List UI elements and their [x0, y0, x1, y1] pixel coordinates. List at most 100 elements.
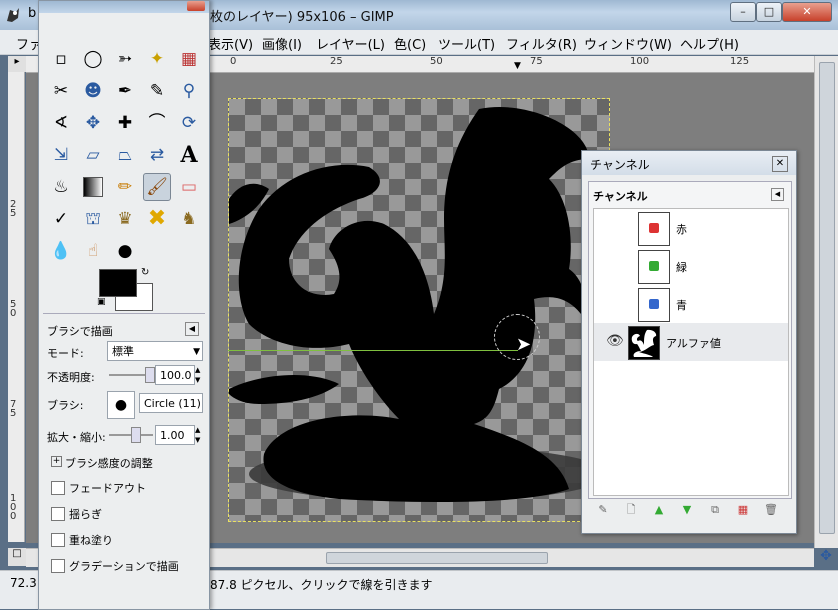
- brush-dynamics-expander[interactable]: ブラシ感度の調整: [65, 455, 153, 471]
- channel-name: 青: [676, 299, 687, 312]
- minimize-button[interactable]: –: [730, 2, 756, 22]
- paths-tool-icon[interactable]: ✒: [111, 77, 139, 105]
- mode-value: 標準: [112, 345, 134, 358]
- fade-out-checkbox[interactable]: [51, 481, 65, 495]
- perspective-clone-tool-icon[interactable]: ♞: [175, 205, 203, 233]
- blend-tool-icon[interactable]: [79, 173, 107, 201]
- pencil-tool-icon[interactable]: ✏: [111, 173, 139, 201]
- channel-row-blue[interactable]: 青: [604, 285, 800, 323]
- paintbrush-tool-icon[interactable]: 🖌: [143, 173, 171, 201]
- ruler-tick: 0: [230, 56, 237, 67]
- channel-row-green[interactable]: 緑: [604, 247, 800, 285]
- eraser-tool-icon[interactable]: ▭: [175, 173, 203, 201]
- channel-name: アルファ値: [666, 337, 721, 350]
- ruler-tick: 2 5: [10, 199, 17, 219]
- vertical-scrollbar[interactable]: [814, 56, 838, 548]
- channels-dialog-titlebar[interactable]: チャンネル ✕: [582, 151, 796, 175]
- eye-visibility-icon[interactable]: 👁: [606, 333, 624, 349]
- measure-tool-icon[interactable]: ∢: [47, 109, 75, 137]
- heal-tool-icon[interactable]: ✖: [143, 205, 171, 233]
- brush-name-field[interactable]: Circle (11): [139, 393, 203, 413]
- menu-color[interactable]: 色(C): [394, 34, 426, 53]
- ruler-tick: 125: [730, 56, 750, 67]
- text-tool-icon[interactable]: A: [175, 141, 203, 169]
- menu-windows[interactable]: ウィンドウ(W): [584, 34, 672, 53]
- toolbox-titlebar[interactable]: [39, 1, 209, 13]
- delete-channel-icon[interactable]: 🗑: [764, 503, 778, 517]
- align-tool-icon[interactable]: ✚: [111, 109, 139, 137]
- scale-stepper[interactable]: ▲ ▼: [195, 425, 203, 445]
- default-colors-icon[interactable]: ▣: [97, 297, 106, 307]
- close-button[interactable]: ✕: [782, 2, 832, 22]
- opacity-input[interactable]: 100.0: [155, 365, 195, 385]
- incremental-label: 重ね塗り: [69, 534, 113, 547]
- channels-dialog: チャンネル ✕ チャンネル ◀ 赤 緑 青 👁 アルファ値 ✎ 🗋 ▲ ▼ ⧉ …: [581, 150, 797, 534]
- fuzzy-select-tool-icon[interactable]: ✦: [143, 45, 171, 73]
- ellipse-select-tool-icon[interactable]: ◯: [79, 45, 107, 73]
- horizontal-scroll-thumb[interactable]: [326, 552, 548, 564]
- menu-layer[interactable]: レイヤー(L): [316, 34, 385, 53]
- new-channel-icon[interactable]: 🗋: [624, 503, 638, 517]
- shear-tool-icon[interactable]: ▱: [79, 141, 107, 169]
- foreground-color-swatch[interactable]: [99, 269, 137, 297]
- color-select-tool-icon[interactable]: ▦: [175, 45, 203, 73]
- smudge-tool-icon[interactable]: ☝: [79, 237, 107, 265]
- color-picker-tool-icon[interactable]: ✎: [143, 77, 171, 105]
- bucket-fill-tool-icon[interactable]: ♨: [47, 173, 75, 201]
- channel-row-red[interactable]: 赤: [604, 209, 800, 247]
- airbrush-tool-icon[interactable]: ✓: [47, 205, 75, 233]
- vertical-ruler[interactable]: 2 5 5 0 7 5 1 0 0: [8, 72, 25, 542]
- lower-channel-icon[interactable]: ▼: [680, 503, 694, 517]
- channel-to-selection-icon[interactable]: ▦: [736, 503, 750, 517]
- swap-colors-icon[interactable]: ↻: [141, 267, 149, 278]
- rotate-tool-icon[interactable]: ⟳: [175, 109, 203, 137]
- toolbox-close-button[interactable]: [187, 1, 205, 11]
- ruler-tick: 100: [630, 56, 650, 67]
- scale-tool-icon[interactable]: ⇲: [47, 141, 75, 169]
- menu-help[interactable]: ヘルプ(H): [680, 34, 739, 53]
- image-canvas[interactable]: [228, 98, 610, 522]
- channel-thumbnail: [638, 288, 670, 322]
- use-gradient-checkbox[interactable]: [51, 559, 65, 573]
- rect-select-tool-icon[interactable]: ▫: [47, 45, 75, 73]
- edit-channel-icon[interactable]: ✎: [596, 503, 610, 517]
- scale-slider-handle[interactable]: [131, 427, 141, 443]
- foreground-select-tool-icon[interactable]: ☻: [79, 77, 107, 105]
- expand-icon[interactable]: +: [51, 456, 62, 467]
- tool-options-menu-icon[interactable]: ◀: [185, 322, 199, 336]
- menu-filters[interactable]: フィルタ(R): [506, 34, 577, 53]
- jitter-label: 揺らぎ: [69, 508, 102, 521]
- maximize-button[interactable]: □: [756, 2, 782, 22]
- blur-tool-icon[interactable]: 💧: [47, 237, 75, 265]
- dodge-burn-tool-icon[interactable]: ●: [111, 237, 139, 265]
- quick-mask-corner-button[interactable]: ▸: [8, 56, 26, 72]
- move-tool-icon[interactable]: ✥: [79, 109, 107, 137]
- channels-panel: チャンネル ◀ 赤 緑 青 👁 アルファ値: [588, 181, 792, 499]
- menu-view[interactable]: 表示(V): [208, 34, 253, 53]
- tab-menu-icon[interactable]: ◀: [771, 188, 784, 201]
- scale-input[interactable]: 1.00: [155, 425, 195, 445]
- channel-row-alpha[interactable]: 👁 アルファ値: [594, 323, 788, 361]
- perspective-tool-icon[interactable]: ⏢: [111, 141, 139, 169]
- ink-tool-icon[interactable]: ⛫: [79, 205, 107, 233]
- opacity-slider-handle[interactable]: [145, 367, 155, 383]
- menu-tools[interactable]: ツール(T): [438, 34, 495, 53]
- jitter-checkbox[interactable]: [51, 507, 65, 521]
- scissors-tool-icon[interactable]: ✂: [47, 77, 75, 105]
- raise-channel-icon[interactable]: ▲: [652, 503, 666, 517]
- incremental-checkbox[interactable]: [51, 533, 65, 547]
- menu-image[interactable]: 画像(I): [262, 34, 302, 53]
- zoom-corner-button[interactable]: □: [8, 548, 26, 566]
- zoom-tool-icon[interactable]: ⚲: [175, 77, 203, 105]
- free-select-tool-icon[interactable]: ➳: [111, 45, 139, 73]
- vertical-scroll-thumb[interactable]: [819, 62, 835, 534]
- close-icon[interactable]: ✕: [772, 156, 788, 172]
- brush-preview-button[interactable]: ●: [107, 391, 135, 419]
- mode-select[interactable]: 標準 ▼: [107, 341, 203, 361]
- clone-tool-icon[interactable]: ♛: [111, 205, 139, 233]
- crop-tool-icon[interactable]: ⌒: [143, 109, 171, 137]
- navigate-icon[interactable]: ✥: [814, 548, 838, 568]
- flip-tool-icon[interactable]: ⇄: [143, 141, 171, 169]
- duplicate-channel-icon[interactable]: ⧉: [708, 503, 722, 517]
- opacity-stepper[interactable]: ▲ ▼: [195, 365, 203, 385]
